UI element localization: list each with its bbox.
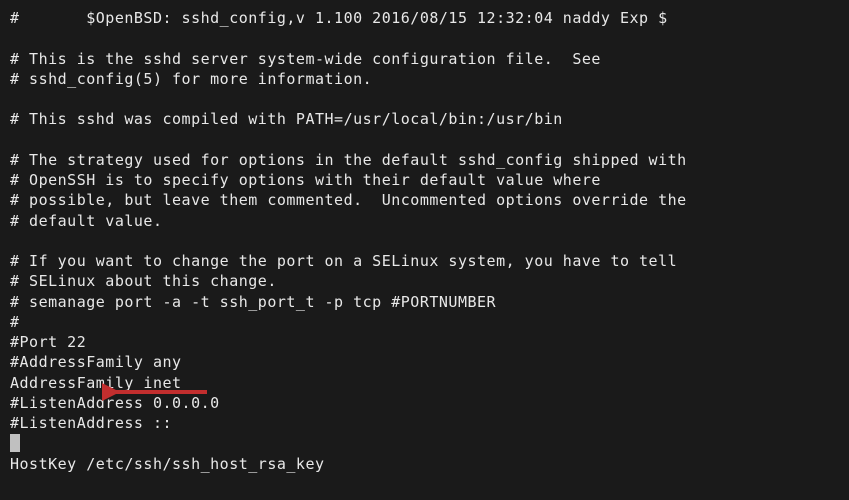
file-line: # $OpenBSD: sshd_config,v 1.100 2016/08/… (10, 8, 839, 28)
file-line: # If you want to change the port on a SE… (10, 251, 839, 271)
file-line: # This sshd was compiled with PATH=/usr/… (10, 109, 839, 129)
file-line: # The strategy used for options in the d… (10, 150, 839, 170)
cursor-block (10, 434, 20, 452)
file-line: #AddressFamily any (10, 352, 839, 372)
file-line: # sshd_config(5) for more information. (10, 69, 839, 89)
cursor-line (10, 433, 839, 453)
file-line: #ListenAddress :: (10, 413, 839, 433)
file-line: # This is the sshd server system-wide co… (10, 49, 839, 69)
file-line: # semanage port -a -t ssh_port_t -p tcp … (10, 292, 839, 312)
file-line: HostKey /etc/ssh/ssh_host_rsa_key (10, 454, 839, 474)
file-line: # possible, but leave them commented. Un… (10, 190, 839, 210)
file-line: #Port 22 (10, 332, 839, 352)
file-line: # OpenSSH is to specify options with the… (10, 170, 839, 190)
file-line (10, 89, 839, 109)
terminal-content[interactable]: # $OpenBSD: sshd_config,v 1.100 2016/08/… (10, 8, 839, 433)
file-line: # default value. (10, 211, 839, 231)
file-line (10, 28, 839, 48)
file-line (10, 231, 839, 251)
file-line: #ListenAddress 0.0.0.0 (10, 393, 839, 413)
file-line: # SELinux about this change. (10, 271, 839, 291)
file-line: # (10, 312, 839, 332)
file-line: AddressFamily inet (10, 373, 839, 393)
file-line (10, 130, 839, 150)
